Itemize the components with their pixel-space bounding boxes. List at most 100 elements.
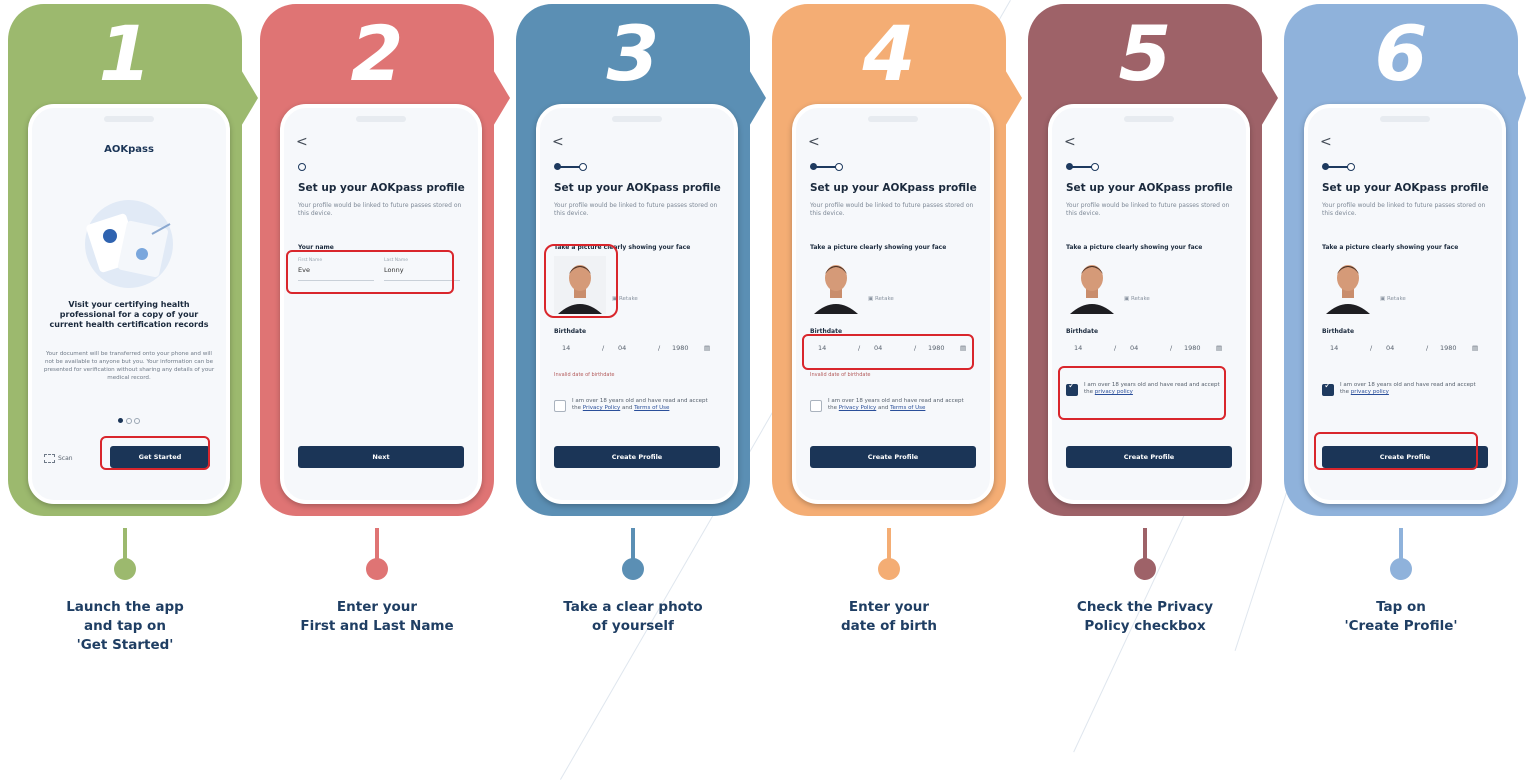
highlight-box bbox=[544, 244, 618, 318]
phone-screen: < Set up your AOKpass profile Your profi… bbox=[1048, 104, 1250, 504]
create-profile-button[interactable]: Create Profile bbox=[810, 446, 976, 468]
page-title: Set up your AOKpass profile bbox=[554, 182, 721, 194]
connector-stem bbox=[375, 528, 379, 562]
retake-button[interactable]: ▣ Retake bbox=[1380, 296, 1406, 302]
step-arrow bbox=[748, 68, 766, 128]
highlight-box bbox=[802, 334, 974, 370]
connector-stem bbox=[123, 528, 127, 562]
connector-dot bbox=[1390, 558, 1412, 580]
back-icon[interactable]: < bbox=[552, 134, 564, 150]
birthdate-field[interactable]: 14/ 04/ 1980 ▤ bbox=[554, 340, 720, 356]
terms-link[interactable]: Terms of Use bbox=[634, 405, 669, 411]
connector-stem bbox=[887, 528, 891, 562]
app-logo: AOKpass bbox=[104, 144, 154, 155]
step-number: 6 bbox=[1374, 9, 1428, 98]
camera-icon: ▣ bbox=[1124, 296, 1131, 302]
step-caption: Tap on 'Create Profile' bbox=[1344, 599, 1458, 634]
highlight-box bbox=[100, 436, 210, 470]
step-number: 1 bbox=[98, 9, 152, 98]
step-arrow bbox=[1004, 68, 1022, 128]
step-4: 4 < Set up your AOKpass profile Your pro… bbox=[772, 0, 1022, 671]
page-title: Set up your AOKpass profile bbox=[1322, 182, 1489, 194]
step-caption: Take a clear photo of yourself bbox=[563, 599, 703, 634]
step-1: 1 AOKpass Visit your certifying health p… bbox=[8, 0, 258, 671]
step-2: 2 < Set up your AOKpass profile Your pro… bbox=[260, 0, 510, 671]
consent-row[interactable]: I am over 18 years old and have read and… bbox=[554, 396, 720, 420]
progress-indicator bbox=[1066, 162, 1106, 172]
birthdate-field[interactable]: 14/ 04/ 1980 ▤ bbox=[1066, 340, 1232, 356]
camera-icon: ▣ bbox=[868, 296, 875, 302]
birthdate-error: Invalid date of birthdate bbox=[810, 372, 871, 378]
illustration-documents-icon bbox=[72, 194, 186, 290]
back-icon[interactable]: < bbox=[296, 134, 308, 150]
step-arrow bbox=[492, 68, 510, 128]
consent-checkbox[interactable] bbox=[554, 400, 566, 412]
photo-label: Take a picture clearly showing your face bbox=[1066, 244, 1203, 251]
create-profile-button[interactable]: Create Profile bbox=[1066, 446, 1232, 468]
connector-dot bbox=[114, 558, 136, 580]
terms-link[interactable]: Terms of Use bbox=[890, 405, 925, 411]
calendar-icon: ▤ bbox=[1472, 344, 1479, 352]
profile-photo[interactable] bbox=[1322, 256, 1374, 314]
back-icon[interactable]: < bbox=[1320, 134, 1332, 150]
camera-icon: ▣ bbox=[1380, 296, 1387, 302]
step-arrow bbox=[240, 68, 258, 128]
step-5: 5 < Set up your AOKpass profile Your pro… bbox=[1028, 0, 1278, 671]
scan-icon bbox=[44, 454, 55, 463]
page-title: Set up your AOKpass profile bbox=[1066, 182, 1233, 194]
birthdate-label: Birthdate bbox=[1322, 328, 1355, 335]
consent-checkbox[interactable] bbox=[1322, 383, 1334, 396]
connector-stem bbox=[1399, 528, 1403, 562]
step-number: 5 bbox=[1118, 9, 1172, 98]
step-number: 2 bbox=[350, 9, 404, 98]
retake-button[interactable]: ▣ Retake bbox=[868, 296, 894, 302]
onboarding-heading: Visit your certifying health professiona… bbox=[49, 300, 209, 329]
privacy-link[interactable]: privacy policy bbox=[1351, 389, 1389, 395]
page-subtitle: Your profile would be linked to future p… bbox=[298, 202, 462, 217]
birthdate-error: Invalid date of birthdate bbox=[554, 372, 615, 378]
step-caption: Launch the app and tap on 'Get Started' bbox=[66, 599, 184, 653]
highlight-box bbox=[286, 250, 454, 294]
onboarding-body: Your document will be transferred onto y… bbox=[43, 351, 215, 381]
consent-checkbox[interactable] bbox=[810, 400, 822, 412]
page-subtitle: Your profile would be linked to future p… bbox=[554, 202, 718, 217]
back-icon[interactable]: < bbox=[1064, 134, 1076, 150]
consent-row[interactable]: I am over 18 years old and have read and… bbox=[810, 396, 976, 420]
progress-indicator bbox=[810, 162, 850, 172]
privacy-link[interactable]: Privacy Policy bbox=[839, 405, 876, 411]
step-caption: Enter your First and Last Name bbox=[300, 599, 454, 634]
profile-photo[interactable] bbox=[1066, 256, 1118, 314]
page-subtitle: Your profile would be linked to future p… bbox=[1322, 202, 1486, 217]
page-subtitle: Your profile would be linked to future p… bbox=[1066, 202, 1230, 217]
privacy-link[interactable]: Privacy Policy bbox=[583, 405, 620, 411]
progress-indicator bbox=[554, 162, 594, 172]
progress-indicator bbox=[298, 162, 338, 172]
page-subtitle: Your profile would be linked to future p… bbox=[810, 202, 974, 217]
highlight-box bbox=[1058, 366, 1226, 420]
page-title: Set up your AOKpass profile bbox=[298, 182, 465, 194]
step-3: 3 < Set up your AOKpass profile Your pro… bbox=[516, 0, 766, 671]
pagination-dots bbox=[118, 418, 142, 424]
birthdate-label: Birthdate bbox=[554, 328, 587, 335]
scan-button[interactable]: Scan bbox=[44, 454, 73, 463]
birthdate-label: Birthdate bbox=[1066, 328, 1099, 335]
create-profile-button[interactable]: Create Profile bbox=[554, 446, 720, 468]
step-6: 6 < Set up your AOKpass profile Your pro… bbox=[1284, 0, 1526, 671]
connector-dot bbox=[366, 558, 388, 580]
progress-indicator bbox=[1322, 162, 1362, 172]
page-title: Set up your AOKpass profile bbox=[810, 182, 977, 194]
phone-screen: < Set up your AOKpass profile Your profi… bbox=[792, 104, 994, 504]
connector-stem bbox=[1143, 528, 1147, 562]
step-number: 3 bbox=[606, 9, 660, 98]
birthdate-field[interactable]: 14/ 04/ 1980 ▤ bbox=[1322, 340, 1488, 356]
step-number: 4 bbox=[862, 9, 916, 98]
retake-button[interactable]: ▣ Retake bbox=[1124, 296, 1150, 302]
back-icon[interactable]: < bbox=[808, 134, 820, 150]
photo-label: Take a picture clearly showing your face bbox=[810, 244, 947, 251]
next-button[interactable]: Next bbox=[298, 446, 464, 468]
highlight-box bbox=[1314, 432, 1478, 470]
profile-photo[interactable] bbox=[810, 256, 862, 314]
consent-row[interactable]: I am over 18 years old and have read and… bbox=[1322, 380, 1488, 404]
connector-dot bbox=[878, 558, 900, 580]
calendar-icon: ▤ bbox=[1216, 344, 1223, 352]
